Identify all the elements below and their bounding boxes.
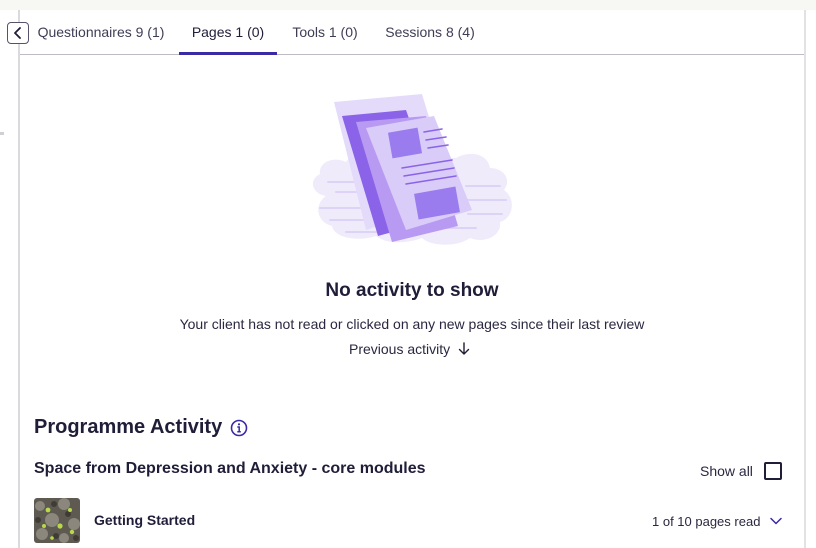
tab-pages[interactable]: Pages 1 (0): [179, 10, 277, 55]
module-name[interactable]: Getting Started: [94, 512, 195, 528]
scrollbar-track[interactable]: [804, 10, 806, 548]
previous-activity-label: Previous activity: [349, 341, 451, 357]
tab-sessions[interactable]: Sessions 8 (4): [384, 10, 476, 54]
module-progress-toggle[interactable]: 1 of 10 pages read: [652, 511, 783, 531]
show-all-checkbox[interactable]: [763, 462, 782, 480]
chevron-left-icon: [14, 27, 21, 39]
back-button[interactable]: [7, 22, 29, 44]
programme-activity-heading: Programme Activity: [34, 416, 248, 439]
empty-state-description: Your client has not read or clicked on a…: [179, 316, 645, 332]
module-thumbnail: [34, 498, 80, 543]
chevron-down-icon: [770, 517, 783, 525]
top-strip: [0, 0, 816, 10]
empty-state-title: No activity to show: [325, 280, 499, 301]
show-all-toggle[interactable]: Show all: [700, 460, 782, 482]
left-panel-border: [18, 10, 20, 548]
tab-questionnaires[interactable]: Questionnaires 9 (1): [34, 10, 168, 54]
programme-name: Space from Depression and Anxiety - core…: [34, 460, 426, 477]
module-progress-text: 1 of 10 pages read: [652, 513, 761, 529]
programme-activity-title: Programme Activity: [34, 416, 223, 438]
documents-illustration: [312, 94, 512, 245]
tab-tools[interactable]: Tools 1 (0): [289, 10, 361, 54]
activity-tabs: Questionnaires 9 (1) Pages 1 (0) Tools 1…: [20, 10, 804, 55]
left-edge-marker: [0, 132, 4, 135]
arrow-down-icon: [458, 342, 470, 355]
show-all-label: Show all: [700, 463, 753, 479]
info-icon[interactable]: [230, 419, 248, 437]
previous-activity-link[interactable]: Previous activity: [349, 339, 470, 359]
